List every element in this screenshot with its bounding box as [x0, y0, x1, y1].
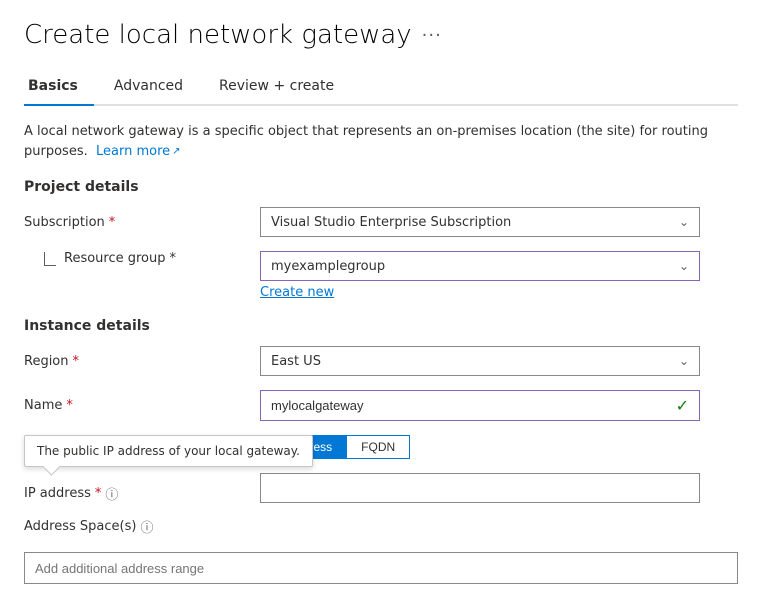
ip-address-label: The public IP address of your local gate… — [24, 484, 244, 503]
fqdn-toggle-button[interactable]: FQDN — [347, 435, 410, 459]
name-input[interactable] — [271, 398, 670, 413]
name-required: * — [66, 398, 73, 413]
region-row: Region * East US ⌄ — [24, 346, 738, 376]
ip-required: * — [95, 486, 102, 501]
subscription-dropdown[interactable]: Visual Studio Enterprise Subscription ⌄ — [260, 207, 700, 237]
name-label: Name * — [24, 398, 244, 413]
subscription-chevron-icon: ⌄ — [679, 215, 689, 229]
region-required: * — [73, 354, 80, 369]
region-chevron-icon: ⌄ — [679, 354, 689, 368]
address-space-input[interactable] — [24, 552, 738, 584]
resource-group-dropdown[interactable]: myexamplegroup ⌄ — [260, 251, 700, 281]
tab-advanced[interactable]: Advanced — [110, 70, 199, 104]
ellipsis-menu-button[interactable]: ··· — [422, 25, 442, 46]
rg-indent-line — [44, 252, 56, 266]
region-dropdown-control[interactable]: East US ⌄ — [260, 346, 700, 376]
subscription-required: * — [109, 215, 116, 230]
resource-group-label: Resource group * — [24, 251, 244, 266]
address-space-info-icon[interactable]: ⓘ — [140, 517, 153, 536]
ip-info-icon[interactable]: ⓘ — [105, 484, 118, 503]
address-space-row: Address Space(s) ⓘ — [24, 517, 738, 536]
endpoint-toggle-group[interactable]: IP address FQDN — [260, 435, 700, 459]
name-input-wrapper[interactable]: ✓ — [260, 390, 700, 421]
ip-address-tooltip: The public IP address of your local gate… — [24, 435, 313, 467]
resource-group-row: Resource group * myexamplegroup ⌄ Create… — [24, 251, 738, 300]
tab-basics[interactable]: Basics — [24, 70, 94, 104]
subscription-dropdown-control[interactable]: Visual Studio Enterprise Subscription ⌄ — [260, 207, 700, 237]
subscription-label: Subscription * — [24, 215, 244, 230]
name-input-container[interactable]: ✓ — [260, 390, 700, 421]
name-checkmark-icon: ✓ — [676, 396, 689, 415]
page-title: Create local network gateway — [24, 20, 412, 50]
address-space-input-row — [24, 536, 738, 584]
resource-group-required: * — [170, 251, 177, 266]
create-new-resource-group-link[interactable]: Create new — [260, 285, 334, 300]
region-dropdown[interactable]: East US ⌄ — [260, 346, 700, 376]
tab-bar: Basics Advanced Review + create — [24, 70, 738, 106]
resource-group-chevron-icon: ⌄ — [679, 259, 689, 273]
ip-address-input-container[interactable] — [260, 473, 700, 503]
learn-more-link[interactable]: Learn more ↗ — [96, 142, 181, 162]
endpoint-toggle-buttons: IP address FQDN — [260, 435, 700, 459]
address-space-label: Address Space(s) ⓘ — [24, 517, 244, 536]
external-link-icon: ↗ — [172, 144, 180, 159]
subscription-row: Subscription * Visual Studio Enterprise … — [24, 207, 738, 237]
region-label: Region * — [24, 354, 244, 369]
name-row: Name * ✓ — [24, 390, 738, 421]
page-title-row: Create local network gateway ··· — [24, 20, 738, 50]
instance-details-section-title: Instance details — [24, 318, 738, 334]
ip-address-row: The public IP address of your local gate… — [24, 473, 738, 503]
project-details-section-title: Project details — [24, 179, 738, 195]
description-text: A local network gateway is a specific ob… — [24, 122, 738, 161]
resource-group-indent: Resource group * — [24, 251, 244, 266]
ip-address-input[interactable] — [260, 473, 700, 503]
resource-group-control-area: myexamplegroup ⌄ Create new — [260, 251, 700, 300]
tab-review-create[interactable]: Review + create — [215, 70, 350, 104]
